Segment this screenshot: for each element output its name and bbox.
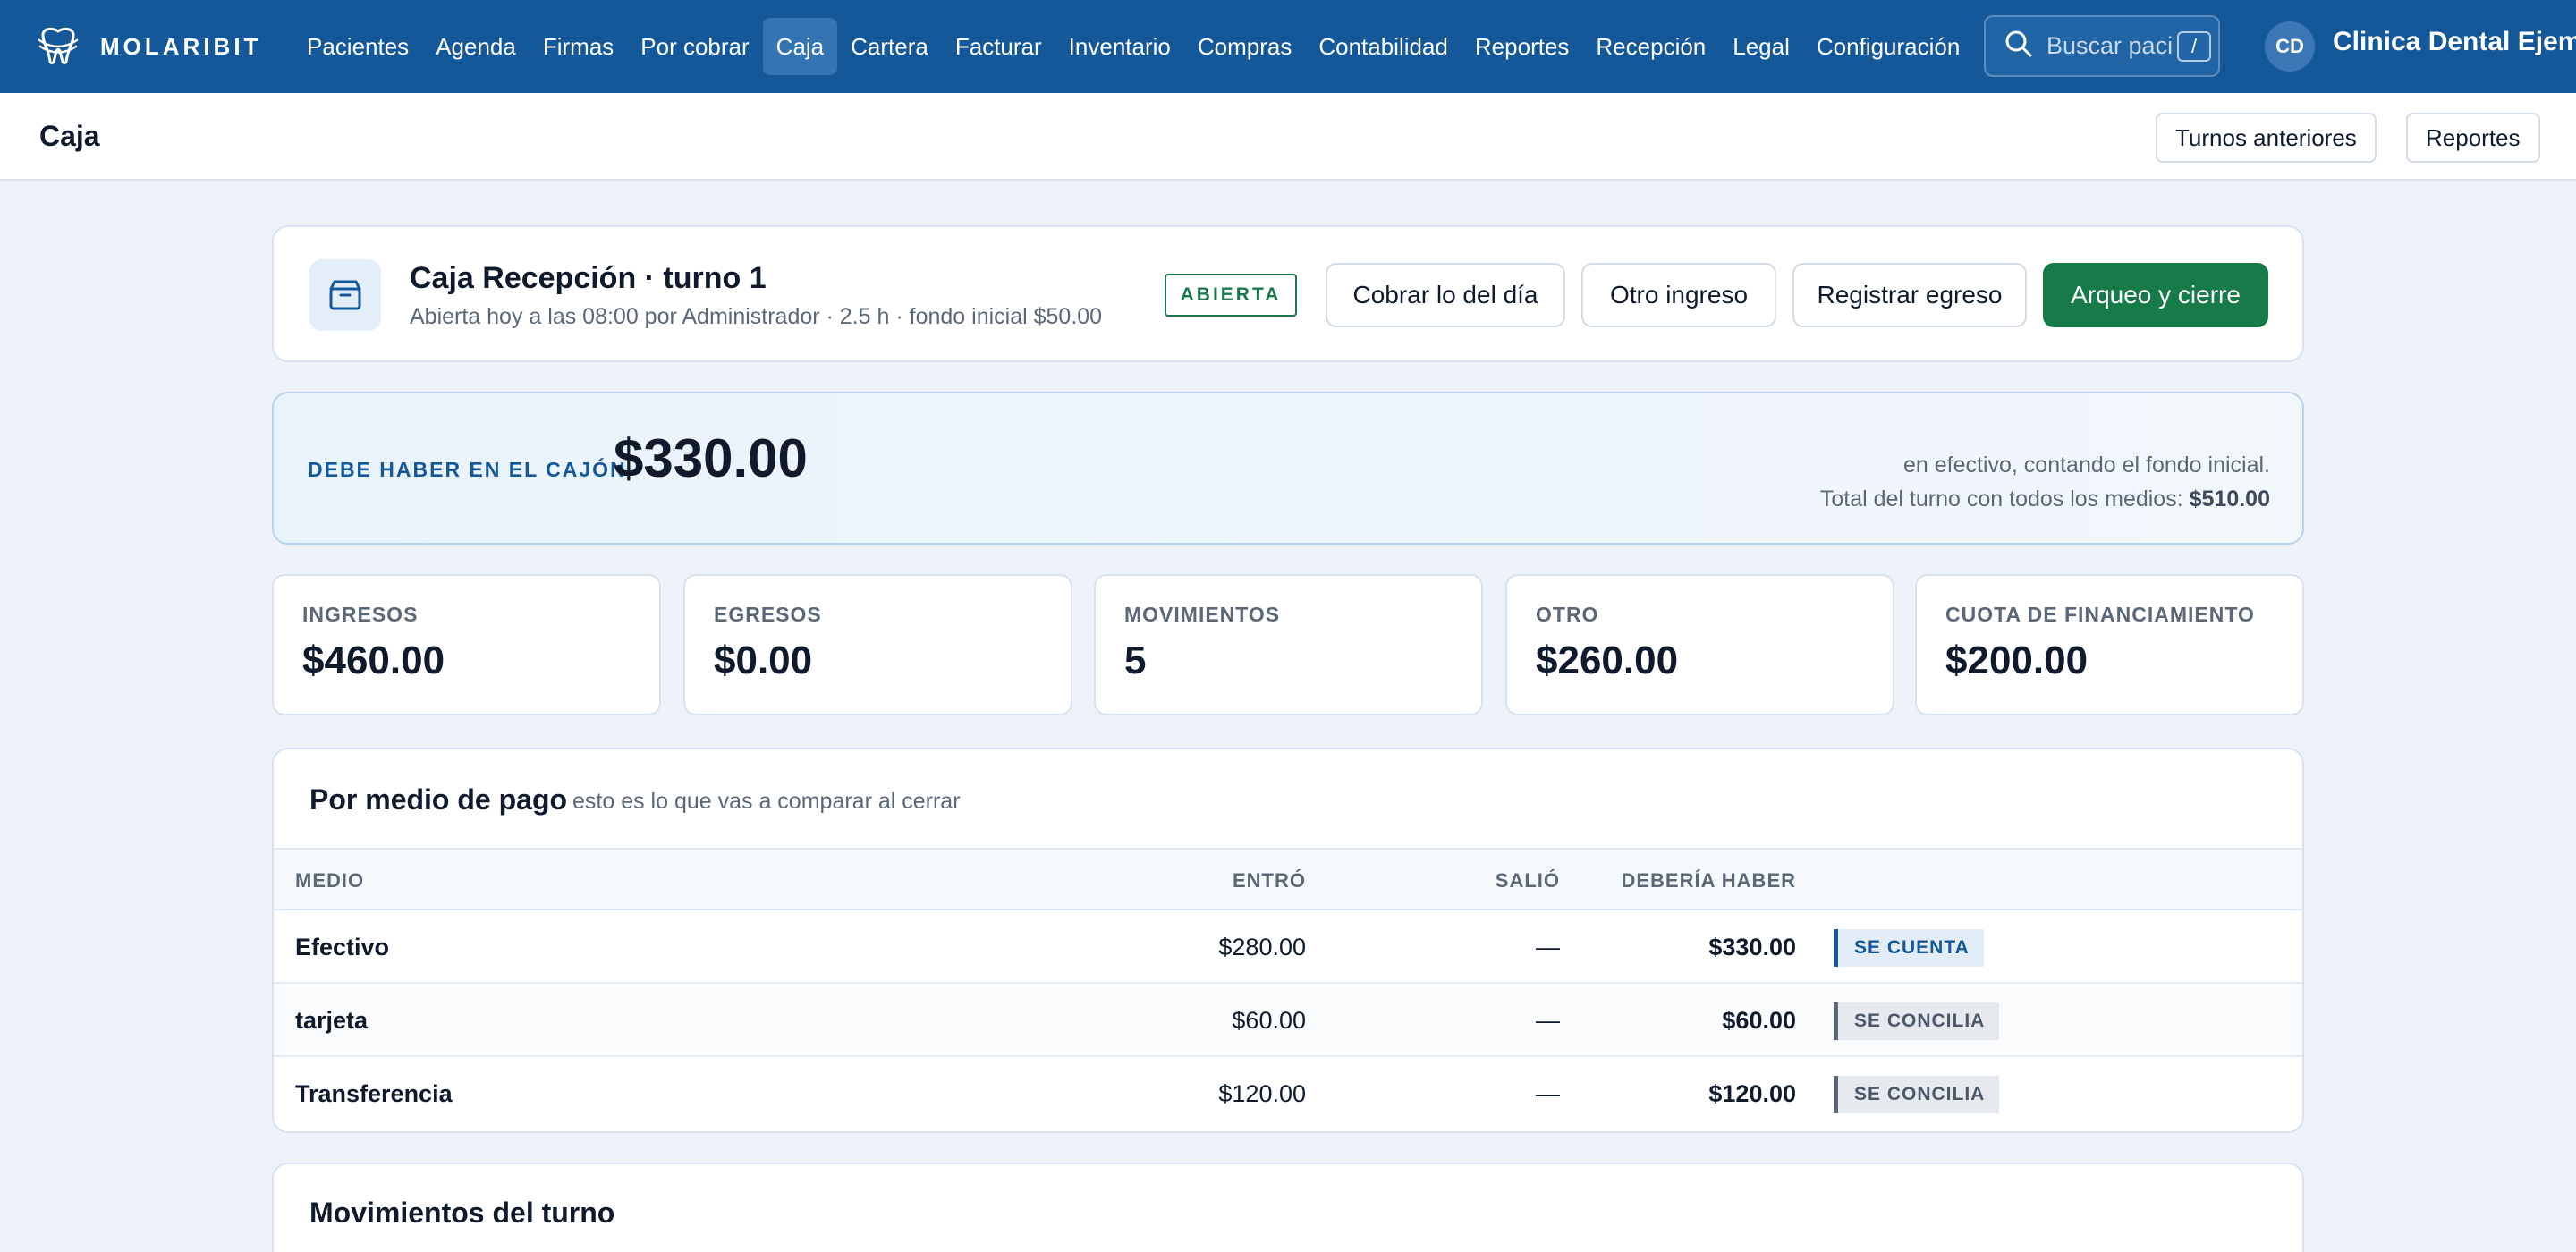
shift-movements-card: Movimientos del turno xyxy=(272,1163,2304,1252)
row-medium: Transferencia xyxy=(295,1080,453,1107)
row-medium: Efectivo xyxy=(295,934,390,960)
row-out: — xyxy=(1536,1007,1560,1034)
nav-item-pacientes[interactable]: Pacientes xyxy=(293,18,422,75)
stat-ingresos: INGRESOS $460.00 xyxy=(272,574,661,715)
stat-value: 5 xyxy=(1124,639,1147,682)
stat-label: EGRESOS xyxy=(714,603,822,626)
drawer-summary: DEBE HABER EN EL CAJÓN $330.00 en efecti… xyxy=(272,392,2304,545)
stat-cuota-financiamiento: CUOTA DE FINANCIAMIENTO $200.00 xyxy=(1915,574,2304,715)
row-out: — xyxy=(1536,934,1560,960)
section-subtitle: esto es lo que vas a comparar al cerrar xyxy=(572,789,961,814)
nav-item-legal[interactable]: Legal xyxy=(1719,18,1803,75)
reports-button[interactable]: Reportes xyxy=(2406,113,2540,163)
status-tag: SE CUENTA xyxy=(1834,929,1984,967)
row-in: $120.00 xyxy=(1218,1080,1306,1107)
table-row: tarjeta $60.00 — $60.00 SE CONCILIA xyxy=(274,984,2302,1057)
payment-methods-card: Por medio de pago esto es lo que vas a c… xyxy=(272,748,2304,1133)
shift-total-value: $510.00 xyxy=(2189,486,2270,512)
shift-title: Caja Recepción · turno 1 xyxy=(410,261,767,295)
nav-item-configuracion[interactable]: Configuración xyxy=(1803,18,1973,75)
brand[interactable]: MOLARIBIT xyxy=(36,23,261,70)
column-header-medium: MEDIO xyxy=(295,869,365,892)
other-income-button[interactable]: Otro ingreso xyxy=(1581,263,1776,327)
cash-drawer-icon xyxy=(309,259,381,331)
search-icon xyxy=(1986,29,2034,63)
nav-item-por-cobrar[interactable]: Por cobrar xyxy=(627,18,762,75)
row-medium: tarjeta xyxy=(295,1007,369,1034)
nav-item-facturar[interactable]: Facturar xyxy=(942,18,1055,75)
table-row: Efectivo $280.00 — $330.00 SE CUENTA xyxy=(274,910,2302,984)
close-shift-button[interactable]: Arqueo y cierre xyxy=(2043,263,2268,327)
stat-value: $260.00 xyxy=(1536,639,1679,682)
drawer-amount: $330.00 xyxy=(614,428,808,488)
previous-shifts-button[interactable]: Turnos anteriores xyxy=(2156,113,2377,163)
shift-card: Caja Recepción · turno 1 Abierta hoy a l… xyxy=(272,225,2304,362)
top-navigation: MOLARIBIT Pacientes Agenda Firmas Por co… xyxy=(0,0,2576,93)
row-in: $280.00 xyxy=(1218,934,1306,960)
stat-movimientos: MOVIMIENTOS 5 xyxy=(1094,574,1483,715)
drawer-note: en efectivo, contando el fondo inicial. xyxy=(1903,453,2270,478)
nav-item-recepcion[interactable]: Recepción xyxy=(1582,18,1719,75)
shift-subtitle: Abierta hoy a las 08:00 por Administrado… xyxy=(410,304,1103,329)
stat-value: $0.00 xyxy=(714,639,813,682)
section-title: Movimientos del turno xyxy=(309,1197,615,1229)
shift-total-label: Total del turno con todos los medios: xyxy=(1819,486,2183,512)
stat-egresos: EGRESOS $0.00 xyxy=(683,574,1072,715)
drawer-label: DEBE HABER EN EL CAJÓN xyxy=(308,458,627,481)
row-expected: $330.00 xyxy=(1708,934,1796,960)
tooth-logo-icon xyxy=(36,22,80,72)
stat-value: $460.00 xyxy=(302,639,445,682)
status-badge: ABIERTA xyxy=(1165,274,1297,317)
stat-label: OTRO xyxy=(1536,603,1599,626)
stat-otro: OTRO $260.00 xyxy=(1505,574,1894,715)
column-header-expected: DEBERÍA HABER xyxy=(1621,869,1796,892)
row-expected: $60.00 xyxy=(1722,1007,1796,1034)
nav-item-agenda[interactable]: Agenda xyxy=(422,18,530,75)
search-input[interactable] xyxy=(2046,32,2177,60)
column-header-out: SALIÓ xyxy=(1495,869,1560,892)
search-shortcut-key: / xyxy=(2177,30,2211,62)
patient-search[interactable]: / xyxy=(1984,15,2220,77)
nav-item-contabilidad[interactable]: Contabilidad xyxy=(1305,18,1462,75)
nav-item-cartera[interactable]: Cartera xyxy=(837,18,942,75)
stat-label: MOVIMIENTOS xyxy=(1124,603,1281,626)
row-in: $60.00 xyxy=(1232,1007,1306,1034)
stat-value: $200.00 xyxy=(1945,639,2089,682)
stat-label: INGRESOS xyxy=(302,603,419,626)
stat-label: CUOTA DE FINANCIAMIENTO xyxy=(1945,603,2255,626)
column-header-in: ENTRÓ xyxy=(1233,869,1306,892)
nav-item-inventario[interactable]: Inventario xyxy=(1055,18,1184,75)
nav-item-reportes[interactable]: Reportes xyxy=(1462,18,1583,75)
table-header: MEDIO ENTRÓ SALIÓ DEBERÍA HABER xyxy=(274,848,2302,910)
section-title: Por medio de pago xyxy=(309,783,568,816)
shift-total: Total del turno con todos los medios: $5… xyxy=(1820,486,2270,512)
nav-item-firmas[interactable]: Firmas xyxy=(530,18,627,75)
row-out: — xyxy=(1536,1080,1560,1107)
page-header: Caja Turnos anteriores Reportes xyxy=(0,93,2576,181)
status-tag: SE CONCILIA xyxy=(1834,1076,2000,1113)
page-title: Caja xyxy=(39,120,100,152)
brand-name: MOLARIBIT xyxy=(100,32,262,60)
avatar[interactable]: CD xyxy=(2265,21,2315,72)
clinic-name[interactable]: Clinica Dental Ejemp xyxy=(2333,27,2576,57)
register-expense-button[interactable]: Registrar egreso xyxy=(1792,263,2027,327)
collect-day-button[interactable]: Cobrar lo del día xyxy=(1326,263,1565,327)
nav-item-caja[interactable]: Caja xyxy=(762,18,838,75)
status-tag: SE CONCILIA xyxy=(1834,1002,2000,1040)
nav-item-compras[interactable]: Compras xyxy=(1184,18,1305,75)
main-menu: Pacientes Agenda Firmas Por cobrar Caja … xyxy=(293,18,1973,75)
table-row: Transferencia $120.00 — $120.00 SE CONCI… xyxy=(274,1057,2302,1130)
row-expected: $120.00 xyxy=(1708,1080,1796,1107)
